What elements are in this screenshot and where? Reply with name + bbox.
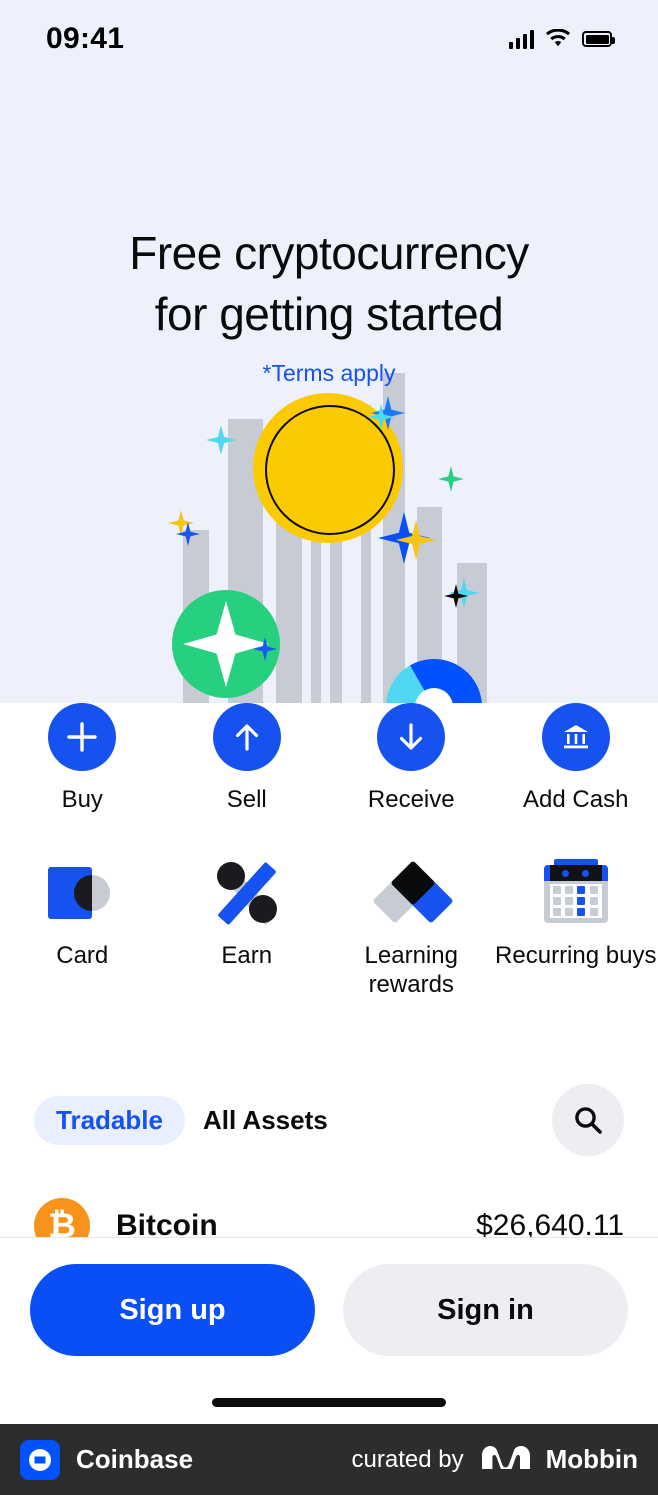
action-earn[interactable]: Earn [165, 859, 330, 1000]
bank-icon [541, 703, 610, 771]
star-shape-icon [183, 601, 269, 687]
action-sell[interactable]: Sell [165, 703, 330, 815]
quick-actions-row-1: Buy Sell Receive Add Cash [0, 703, 658, 815]
action-add-cash[interactable]: Add Cash [494, 703, 658, 815]
wifi-icon [546, 29, 570, 47]
cellular-signal-icon [508, 29, 534, 49]
action-label: Sell [226, 786, 267, 813]
search-button[interactable] [552, 1084, 624, 1156]
action-label: Buy [61, 786, 103, 813]
sign-in-button[interactable]: Sign in [343, 1264, 628, 1356]
action-card[interactable]: Card [0, 859, 165, 1000]
headline-line-1: Free cryptocurrency [129, 227, 529, 279]
terms-apply-link[interactable]: *Terms apply [0, 360, 658, 387]
search-icon [575, 1107, 602, 1134]
brand-name: Mobbin [545, 1444, 638, 1474]
asset-filter-tabs: Tradable All Assets [0, 1084, 658, 1156]
quick-actions-row-2: Card Earn Learning rewards Recurring buy… [0, 858, 658, 1000]
footer-bar: Coinbase curated by Mobbin [0, 1424, 658, 1495]
percent-icon [213, 859, 281, 927]
arrow-up-icon [212, 703, 281, 771]
action-buy[interactable]: Buy [0, 703, 165, 815]
diamonds-icon [372, 859, 454, 927]
hero-section: Free cryptocurrency for getting started … [0, 78, 658, 703]
app-name: Coinbase [76, 1444, 194, 1474]
page-title: Free cryptocurrency for getting started [0, 223, 658, 345]
action-label: Earn [221, 941, 273, 969]
plus-icon [48, 703, 117, 771]
battery-icon [582, 31, 615, 47]
headline-line-2: for getting started [154, 288, 504, 341]
arrow-down-icon [377, 703, 446, 771]
home-indicator [212, 1398, 446, 1407]
quick-actions: Buy Sell Receive Add Cash Card Earn Lear… [0, 703, 658, 999]
tab-all-assets[interactable]: All Assets [203, 1105, 328, 1136]
status-bar-time: 09:41 [46, 22, 125, 55]
coinbase-logo-icon [20, 1439, 60, 1480]
status-bar-icons [508, 29, 615, 49]
action-label: Recurring buys [495, 941, 657, 969]
sign-up-button[interactable]: Sign up [30, 1264, 315, 1356]
mobbin-logo-icon [480, 1443, 532, 1476]
curated-by-label: curated by [351, 1445, 464, 1473]
card-icon [48, 859, 116, 927]
auth-button-row: Sign up Sign in [0, 1238, 658, 1356]
status-bar: 09:41 [0, 0, 658, 78]
tab-tradable[interactable]: Tradable [34, 1095, 185, 1145]
action-label: Learning rewards [364, 941, 458, 998]
action-receive[interactable]: Receive [329, 703, 494, 815]
action-label: Card [56, 941, 109, 969]
action-label: Receive [367, 786, 455, 813]
auth-bottom-sheet: Sign up Sign in [0, 1237, 658, 1424]
action-recurring-buys[interactable]: Recurring buys [494, 858, 658, 1000]
calendar-icon [542, 858, 610, 927]
app-root: 09:41 Free cryptocurrency for getting st… [0, 0, 658, 1495]
action-label: Add Cash [523, 786, 629, 813]
hero-bars [0, 78, 658, 703]
action-learning-rewards[interactable]: Learning rewards [329, 859, 494, 1000]
